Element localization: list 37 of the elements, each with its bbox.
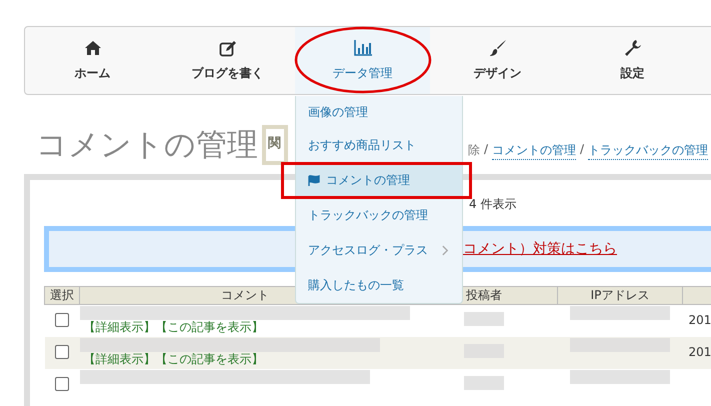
nav-item[interactable]: データ管理 bbox=[295, 27, 430, 94]
date-cell: 201 bbox=[688, 313, 711, 327]
flag-icon bbox=[308, 174, 320, 186]
row-link[interactable]: 【この記事を表示】 bbox=[156, 352, 264, 366]
breadcrumb-separator: / bbox=[580, 142, 584, 158]
notice-link[interactable]: コメント）対策はこちら bbox=[463, 240, 617, 258]
checkbox[interactable] bbox=[55, 376, 69, 390]
date-cell: 201 bbox=[688, 344, 711, 358]
nav-item[interactable]: ホーム bbox=[25, 27, 160, 94]
column-header: IPアドレス bbox=[558, 286, 682, 304]
menu-item[interactable]: アクセスログ・プラス bbox=[296, 233, 462, 268]
checkbox[interactable] bbox=[55, 344, 69, 358]
count-text: 4 件表示 bbox=[469, 196, 518, 213]
wrench-icon bbox=[624, 39, 642, 57]
menu-item[interactable]: おすすめ商品リスト bbox=[296, 128, 462, 163]
breadcrumb-text: 除 bbox=[468, 142, 480, 159]
row-link[interactable]: 【詳細表示】 bbox=[84, 320, 156, 334]
menu-item[interactable]: 画像の管理 bbox=[296, 96, 462, 128]
checkbox[interactable] bbox=[55, 313, 69, 327]
redacted-text bbox=[464, 312, 504, 326]
brush-icon bbox=[488, 39, 506, 57]
menu-item[interactable]: トラックバックの管理 bbox=[296, 198, 462, 233]
page-title: コメントの管理 bbox=[36, 126, 258, 165]
row-link[interactable]: 【詳細表示】 bbox=[84, 352, 156, 366]
redacted-text bbox=[464, 376, 504, 390]
column-header: 選択 bbox=[44, 286, 80, 304]
nav-item[interactable]: ブログを書く bbox=[160, 27, 295, 94]
nav-item[interactable]: デザイン bbox=[430, 27, 565, 94]
breadcrumb-link[interactable]: トラックバックの管理 bbox=[588, 142, 708, 160]
related-box[interactable]: 関 bbox=[262, 125, 288, 165]
edit-icon bbox=[218, 39, 236, 57]
home-icon bbox=[84, 39, 102, 57]
breadcrumb-link[interactable]: コメントの管理 bbox=[492, 142, 576, 160]
row-link[interactable]: 【この記事を表示】 bbox=[156, 320, 264, 334]
bar-chart-icon bbox=[354, 39, 372, 57]
nav-item[interactable]: 設定 bbox=[565, 27, 700, 94]
breadcrumb-separator: / bbox=[484, 142, 488, 158]
